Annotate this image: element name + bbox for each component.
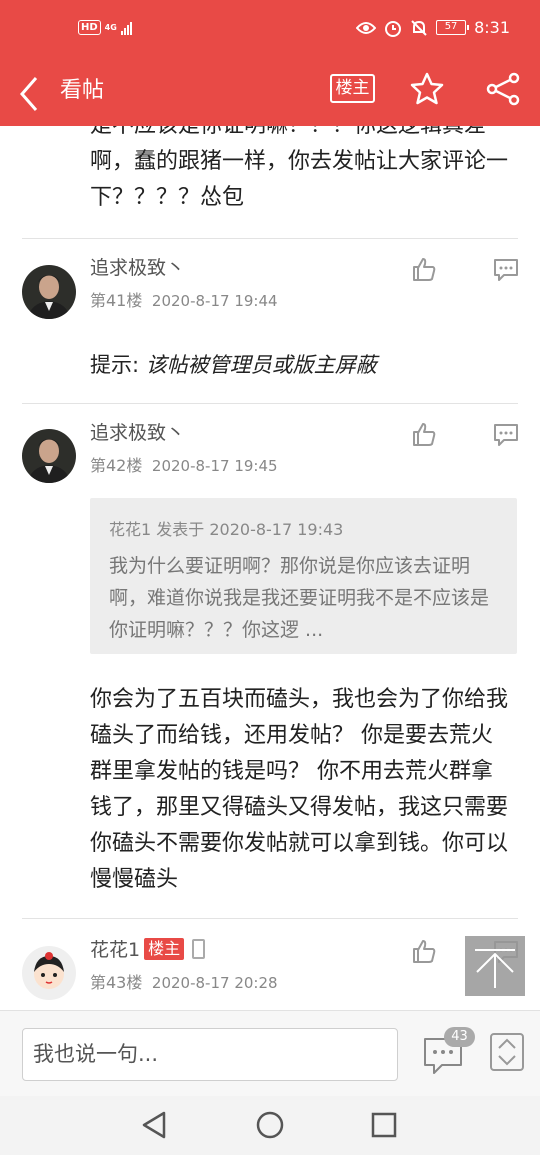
like-button[interactable]	[410, 937, 438, 965]
hd-icon: HD	[78, 20, 101, 35]
post-meta: 第42楼 2020-8-17 19:45	[90, 455, 278, 477]
reply-button[interactable]	[492, 256, 520, 284]
quote-header: 花花1 发表于 2020-8-17 19:43	[109, 520, 344, 539]
post-body: 你会为了五百块而磕头，我也会为了你给我磕头了而给钱，还用发帖？ 你是要去荒火群里…	[90, 687, 509, 892]
only-owner-button[interactable]: 楼主	[330, 74, 375, 103]
owner-badge: 楼主	[144, 938, 185, 960]
username[interactable]: 花花1	[90, 939, 140, 961]
network-type: 4G	[104, 23, 117, 32]
status-icons: 57 8:31	[356, 18, 510, 37]
page-jump-button[interactable]	[490, 1033, 524, 1071]
floor-number: 第41楼	[90, 291, 143, 310]
back-button[interactable]	[14, 70, 50, 116]
share-button[interactable]	[484, 70, 522, 108]
network-indicators: HD 4G	[78, 20, 132, 35]
post-time: 2020-8-17 19:44	[151, 292, 278, 310]
comment-count-badge: 43	[444, 1027, 475, 1047]
mute-icon	[411, 19, 427, 36]
reply-button[interactable]	[492, 421, 520, 449]
share-icon	[486, 72, 520, 106]
signal-icon	[120, 21, 132, 35]
battery-icon: 57	[436, 20, 470, 35]
alarm-icon	[385, 20, 402, 37]
thumbs-up-icon	[413, 940, 436, 963]
chevron-left-icon	[20, 77, 38, 111]
divider	[22, 238, 518, 239]
floor-number: 第43楼	[90, 973, 143, 992]
avatar[interactable]	[22, 265, 76, 319]
quote-body: 我为什么要证明啊？那你说是你应该去证明啊，难道你说我是我还要证明我不是不应该是你…	[109, 555, 490, 641]
reply-input[interactable]: 我也说一句...	[22, 1028, 398, 1081]
nav-recent-icon[interactable]	[371, 1112, 397, 1138]
up-down-icon	[498, 1038, 516, 1066]
like-button[interactable]	[410, 255, 438, 283]
phone-icon	[192, 939, 206, 959]
nav-back-icon[interactable]	[140, 1110, 168, 1140]
post-author: 花花1 楼主	[90, 937, 206, 963]
post-body: 是不应该是你证明嘛？？？你这逻辑真差啊，蠢的跟猪一样，你去发帖让大家评论一下？？…	[90, 126, 509, 210]
avatar[interactable]	[22, 946, 76, 1000]
eye-icon	[356, 21, 377, 34]
post-meta: 第41楼 2020-8-17 19:44	[90, 290, 278, 312]
thumbs-up-icon	[413, 258, 436, 281]
arrow-up-icon	[475, 949, 515, 988]
clock: 8:31	[474, 18, 510, 37]
nav-home-icon[interactable]	[255, 1110, 285, 1140]
star-icon	[410, 72, 444, 105]
comment-icon	[494, 424, 518, 446]
page-title: 看帖	[60, 78, 105, 103]
post-time: 2020-8-17 20:28	[151, 974, 278, 992]
comment-icon	[494, 259, 518, 281]
quoted-post[interactable]: 花花1 发表于 2020-8-17 19:43 我为什么要证明啊？那你说是你应该…	[90, 498, 517, 654]
favorite-button[interactable]	[408, 70, 446, 108]
username[interactable]: 追求极致丶	[90, 420, 185, 446]
system-nav-bar	[0, 1096, 540, 1155]
floor-number: 第42楼	[90, 456, 143, 475]
app-header: 看帖 楼主	[0, 62, 540, 126]
divider	[22, 918, 518, 919]
blocked-hint: 提示: 该帖被管理员或版主屏蔽	[90, 350, 377, 380]
post-meta: 第43楼 2020-8-17 20:28	[90, 972, 278, 994]
thread-content[interactable]: 是不应该是你证明嘛？？？你这逻辑真差啊，蠢的跟猪一样，你去发帖让大家评论一下？？…	[0, 126, 540, 1010]
avatar[interactable]	[22, 429, 76, 483]
hint-text: 该帖被管理员或版主屏蔽	[145, 353, 377, 377]
reply-bar: 我也说一句... 43	[0, 1010, 540, 1096]
post-time: 2020-8-17 19:45	[151, 457, 278, 475]
status-bar: HD 4G 57 8:31	[0, 0, 540, 62]
username[interactable]: 追求极致丶	[90, 255, 185, 281]
back-to-top-button[interactable]	[465, 936, 525, 996]
divider	[22, 403, 518, 404]
thumbs-up-icon	[413, 423, 436, 446]
hint-label: 提示:	[90, 353, 146, 377]
like-button[interactable]	[410, 420, 438, 448]
